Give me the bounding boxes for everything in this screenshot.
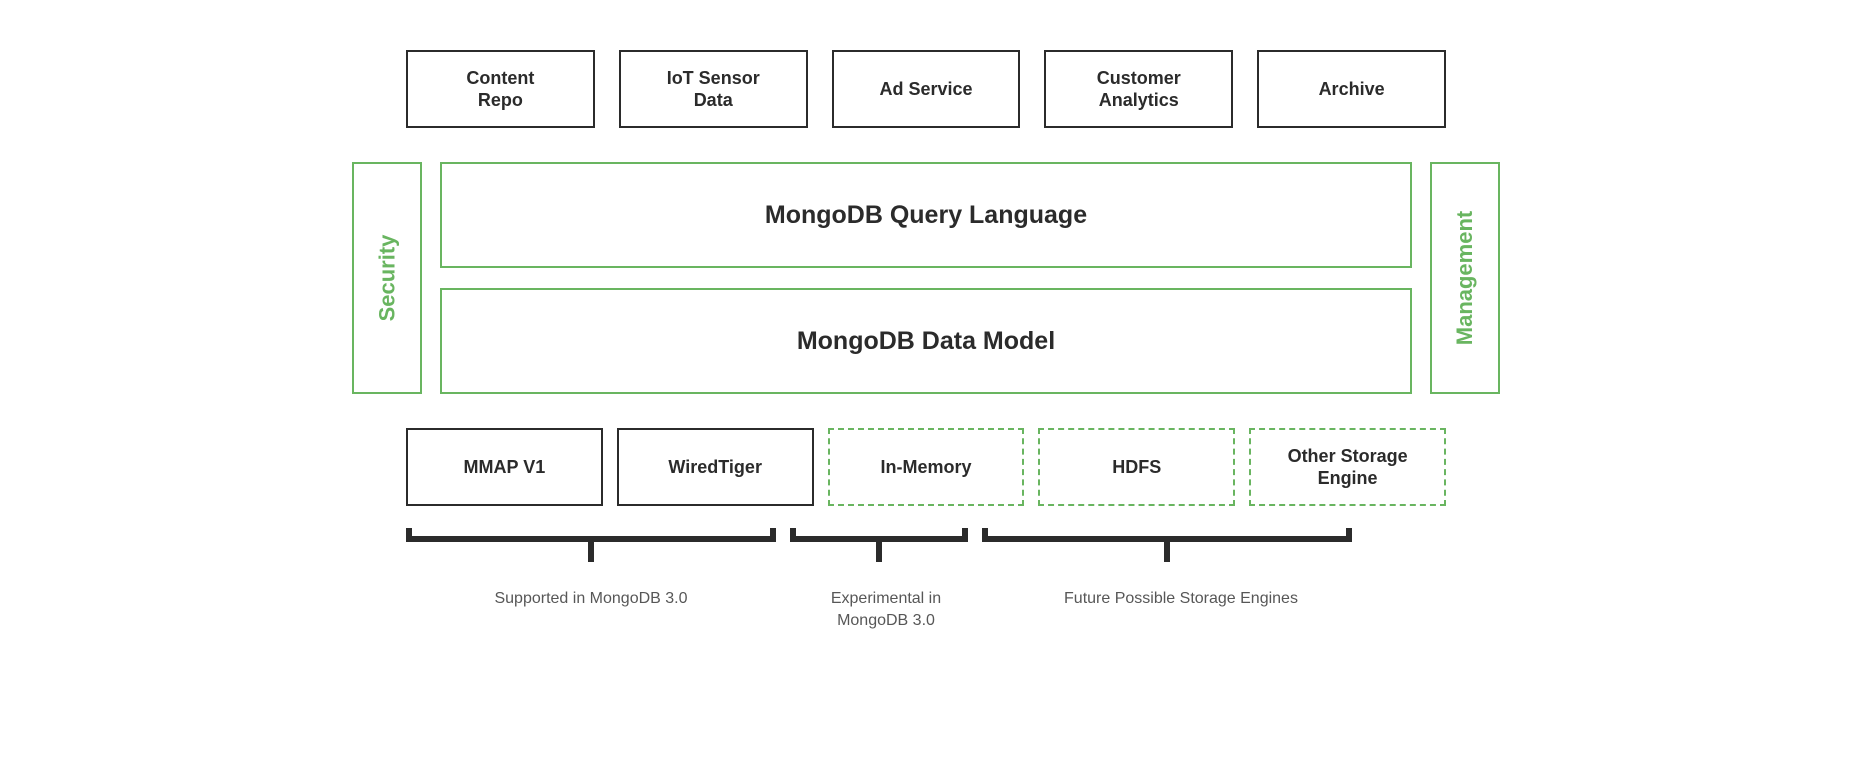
bracket-experimental (790, 528, 968, 542)
engine-hdfs: HDFS (1038, 428, 1235, 506)
engine-wiredtiger: WiredTiger (617, 428, 814, 506)
security-pillar: Security (352, 162, 422, 394)
caption-supported: Supported in MongoDB 3.0 (406, 588, 776, 631)
application-row: ContentRepo IoT SensorData Ad Service Cu… (352, 50, 1500, 128)
management-label: Management (1452, 211, 1478, 345)
data-model-layer: MongoDB Data Model (440, 288, 1412, 394)
security-label: Security (374, 235, 400, 322)
caption-row: Supported in MongoDB 3.0 Experimental in… (352, 588, 1500, 631)
bracket-supported-stem (588, 542, 594, 562)
app-ad-service: Ad Service (832, 50, 1021, 128)
caption-future: Future Possible Storage Engines (996, 588, 1366, 631)
app-iot-sensor: IoT SensorData (619, 50, 808, 128)
core-layers: MongoDB Query Language MongoDB Data Mode… (440, 162, 1412, 394)
bracket-row (352, 528, 1500, 558)
app-customer-analytics: CustomerAnalytics (1044, 50, 1233, 128)
engine-mmap: MMAP V1 (406, 428, 603, 506)
middle-section: Security MongoDB Query Language MongoDB … (352, 162, 1500, 394)
architecture-diagram: ContentRepo IoT SensorData Ad Service Cu… (352, 50, 1500, 631)
bracket-future (982, 528, 1352, 542)
bracket-future-stem (1164, 542, 1170, 562)
management-pillar: Management (1430, 162, 1500, 394)
engine-inmemory: In-Memory (828, 428, 1025, 506)
query-language-layer: MongoDB Query Language (440, 162, 1412, 268)
bracket-experimental-stem (876, 542, 882, 562)
bracket-supported (406, 528, 776, 542)
app-content-repo: ContentRepo (406, 50, 595, 128)
caption-experimental: Experimental inMongoDB 3.0 (790, 588, 982, 631)
storage-engine-row: MMAP V1 WiredTiger In-Memory HDFS Other … (352, 428, 1500, 506)
app-archive: Archive (1257, 50, 1446, 128)
engine-other: Other StorageEngine (1249, 428, 1446, 506)
